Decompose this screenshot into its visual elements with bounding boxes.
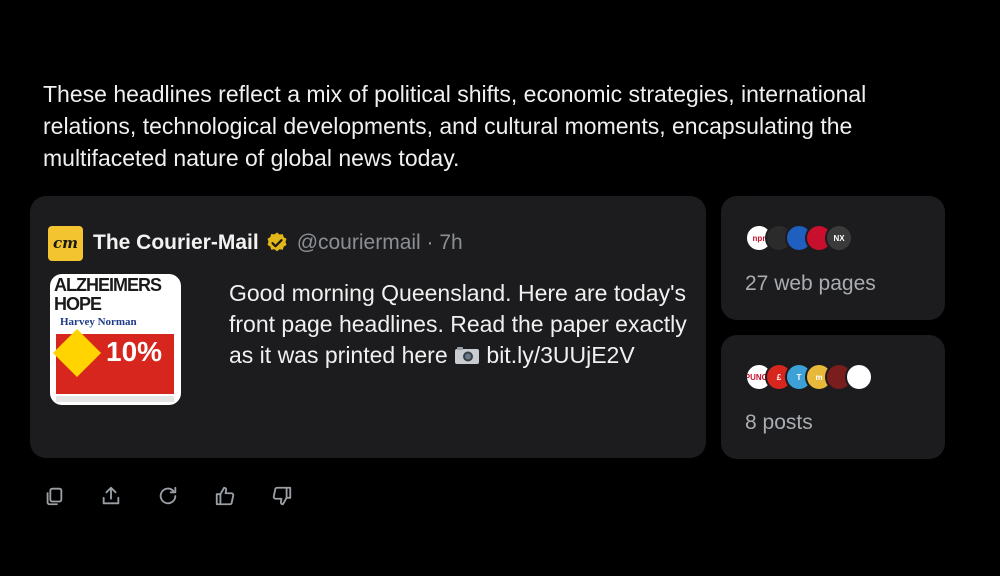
share-button[interactable] (99, 484, 123, 508)
embedded-tweet-card[interactable]: cm The Courier-Mail @couriermail · 7h AL… (30, 196, 706, 458)
posts-sources-card[interactable]: PUNCH £ Tm 8 posts (721, 335, 945, 459)
web-pages-sources-card[interactable]: npr NX 27 web pages (721, 196, 945, 320)
tweet-header: cm The Courier-Mail @couriermail · 7h (48, 225, 463, 261)
thumbs-up-icon (215, 486, 235, 506)
tweet-handle-time: @couriermail · 7h (296, 231, 463, 254)
response-action-bar (42, 484, 327, 508)
white-logo (845, 363, 873, 391)
share-icon (102, 486, 120, 505)
thumbnail-offer: 10% (106, 336, 163, 367)
copy-button[interactable] (42, 484, 66, 508)
tweet-text: Good morning Queensland. Here are today'… (229, 278, 709, 371)
camera-emoji-icon (455, 347, 480, 364)
thumbnail-headline-1: ALZHEIMERS (54, 275, 162, 295)
web-pages-count: 27 web pages (745, 272, 876, 295)
front-page-thumbnail[interactable]: ALZHEIMERS HOPE Harvey Norman 10% (50, 274, 181, 405)
regenerate-button[interactable] (156, 484, 180, 508)
response-summary: These headlines reflect a mix of politic… (43, 81, 867, 171)
verified-badge-icon (267, 232, 287, 252)
copy-icon (46, 487, 63, 506)
thumbs-down-button[interactable] (270, 484, 294, 508)
thumbs-down-icon (272, 486, 292, 506)
thumbnail-footer-strip (56, 396, 174, 402)
web-sources-logos: npr NX (745, 224, 853, 254)
thumbnail-headline-2: HOPE (54, 294, 102, 314)
thumbs-up-button[interactable] (213, 484, 237, 508)
thumbnail-advertiser: Harvey Norman (60, 316, 137, 328)
regenerate-icon (159, 486, 177, 505)
nx-logo: NX (825, 224, 853, 252)
posts-count: 8 posts (745, 411, 813, 434)
tweet-link[interactable]: bit.ly/3UUjE2V (486, 342, 634, 368)
courier-mail-avatar[interactable]: cm (48, 225, 83, 261)
tweet-display-name[interactable]: The Courier-Mail (93, 231, 259, 255)
thumbnail-masthead: ALZHEIMERS HOPE (54, 276, 177, 313)
post-sources-logos: PUNCH £ Tm (745, 363, 873, 393)
